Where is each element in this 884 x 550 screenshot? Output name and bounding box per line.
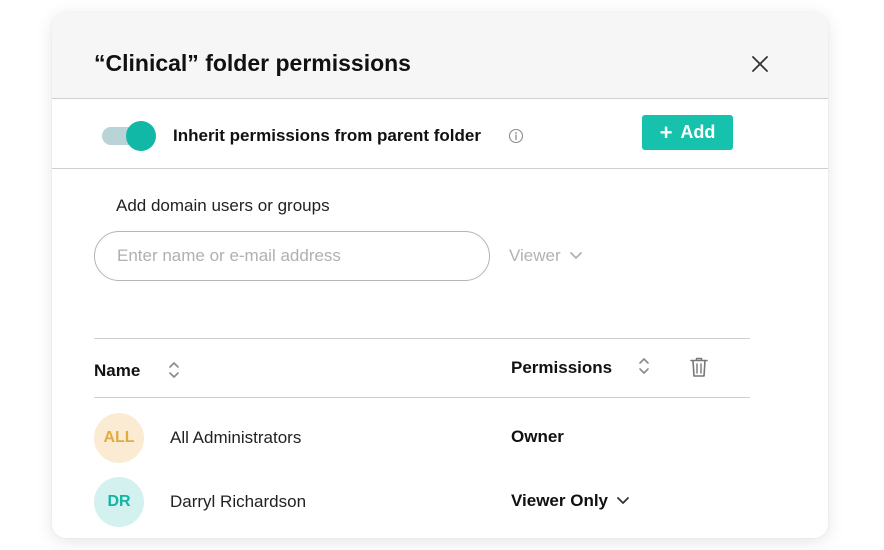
dialog-header: “Clinical” folder permissions	[52, 12, 828, 99]
column-header-name[interactable]: Name	[94, 361, 140, 381]
table-row: DR Darryl Richardson Viewer Only	[94, 477, 750, 529]
column-header-permissions[interactable]: Permissions	[511, 358, 612, 378]
sort-icon[interactable]	[638, 356, 650, 376]
row-name: All Administrators	[170, 428, 302, 447]
avatar: DR	[94, 477, 144, 527]
plus-icon: +	[659, 119, 673, 145]
inherit-toggle[interactable]	[102, 121, 158, 151]
info-icon[interactable]	[508, 128, 524, 144]
sort-icon[interactable]	[168, 360, 180, 380]
chevron-down-icon	[617, 497, 629, 504]
role-select[interactable]: Viewer	[509, 246, 583, 266]
add-button[interactable]: + Add	[642, 115, 733, 150]
add-button-label: Add	[680, 122, 716, 142]
dialog-title: “Clinical” folder permissions	[94, 50, 411, 76]
inherit-permissions-row: Inherit permissions from parent folder +…	[52, 99, 828, 169]
table-row: ALL All Administrators Owner	[94, 413, 750, 465]
row-permission-select[interactable]: Viewer Only	[511, 491, 630, 511]
table-top-divider	[94, 338, 750, 339]
avatar: ALL	[94, 413, 144, 463]
row-permission: Owner	[511, 427, 564, 446]
table-header-divider	[94, 397, 750, 398]
toggle-knob	[126, 121, 156, 151]
domain-users-label: Add domain users or groups	[116, 196, 330, 215]
role-select-value: Viewer	[509, 246, 561, 265]
row-permission: Viewer Only	[511, 491, 609, 510]
chevron-down-icon	[569, 252, 582, 259]
trash-icon[interactable]	[689, 356, 709, 378]
close-icon[interactable]	[748, 52, 772, 76]
permissions-dialog: “Clinical” folder permissions Inherit pe…	[52, 12, 828, 538]
inherit-label: Inherit permissions from parent folder	[173, 126, 481, 145]
row-name: Darryl Richardson	[170, 492, 307, 511]
name-email-input[interactable]	[94, 231, 490, 281]
